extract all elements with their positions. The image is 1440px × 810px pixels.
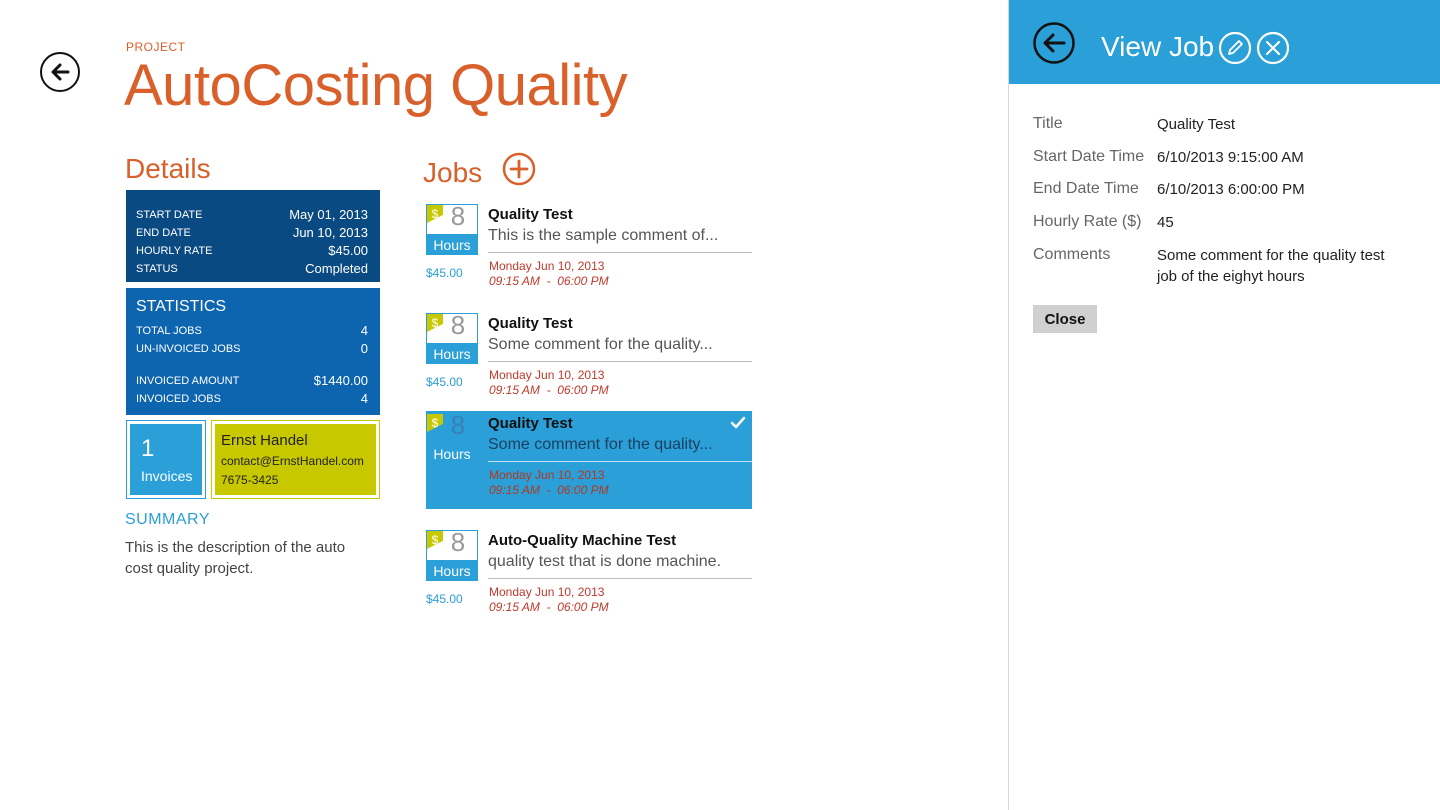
hours-unit: Hours: [426, 444, 478, 464]
job-divider: [488, 252, 752, 253]
stat-row-invoiced-jobs: INVOICED JOBS 4: [136, 391, 368, 406]
field-value-hourly-rate: 45: [1157, 214, 1174, 231]
detail-row-end-date: END DATE Jun 10, 2013: [136, 225, 368, 240]
job-title: Quality Test: [488, 415, 573, 432]
job-date: Monday Jun 10, 2013: [489, 468, 605, 482]
job-rate: $45.00: [426, 375, 463, 389]
hours-count: 8: [450, 410, 466, 440]
arrow-left-icon: [51, 63, 70, 81]
panel-back-button[interactable]: [1033, 22, 1075, 64]
contact-name: Ernst Handel: [221, 432, 308, 449]
stat-row-uninvoiced-jobs: UN-INVOICED JOBS 0: [136, 341, 368, 356]
job-title: Auto-Quality Machine Test: [488, 532, 677, 549]
hours-unit: Hours: [426, 344, 478, 364]
job-title: Quality Test: [488, 206, 573, 223]
statistics-panel: STATISTICS TOTAL JOBS 4 UN-INVOICED JOBS 0…: [126, 288, 380, 415]
field-label-start-date-time: Start Date Time: [1033, 148, 1145, 165]
job-comment: Some comment for the quality...: [488, 436, 713, 453]
contact-email: contact@ErnstHandel.com: [221, 454, 364, 468]
contact-tile[interactable]: Ernst Handel contact@ErnstHandel.com 767…: [211, 420, 380, 499]
job-date: Monday Jun 10, 2013: [489, 585, 605, 599]
job-title: Quality Test: [488, 315, 573, 332]
hours-unit: Hours: [426, 561, 478, 581]
detail-row-hourly-rate: HOURLY RATE $45.00: [136, 243, 368, 258]
stat-row-total-jobs: TOTAL JOBS 4: [136, 323, 368, 338]
field-value-start-date-time: 6/10/2013 9:15:00 AM: [1157, 149, 1304, 166]
field-label-title: Title: [1033, 115, 1063, 132]
detail-row-start-date: START DATE May 01, 2013: [136, 207, 368, 222]
hours-count: 8: [450, 310, 466, 340]
job-comment: Some comment for the quality...: [488, 336, 713, 353]
hours-count: 8: [450, 201, 466, 231]
jobs-title: Jobs: [423, 157, 483, 188]
summary-text: This is the description of the auto cost…: [125, 539, 346, 577]
contact-phone: 7675-3425: [221, 473, 279, 487]
stat-row-invoiced-amount: INVOICED AMOUNT $1440.00: [136, 373, 368, 388]
add-job-button[interactable]: [502, 152, 536, 186]
hours-badge: $ 8 Hours: [426, 410, 478, 464]
detail-row-status: STATUS Completed: [136, 261, 368, 276]
hours-count: 8: [450, 527, 466, 557]
close-button[interactable]: Close: [1033, 305, 1097, 333]
invoices-label: Invoices: [141, 468, 193, 484]
panel-title: View Job: [1101, 31, 1215, 62]
job-rate: $45.00: [426, 592, 463, 606]
job-date: Monday Jun 10, 2013: [489, 259, 605, 273]
field-value-title: Quality Test: [1157, 116, 1236, 133]
hours-unit: Hours: [426, 235, 478, 255]
view-job-panel: View Job Title Quality Test Start Date T…: [1008, 0, 1440, 810]
job-item[interactable]: $ 8 Hours $45.00 Quality Test This is th…: [426, 201, 752, 307]
field-label-end-date-time: End Date Time: [1033, 180, 1139, 197]
field-label-hourly-rate: Hourly Rate ($): [1033, 213, 1142, 230]
back-button[interactable]: [40, 52, 80, 92]
panel-header: View Job: [1009, 0, 1440, 84]
job-comment: This is the sample comment of...: [488, 227, 719, 244]
job-divider: [488, 361, 752, 362]
summary-label: SUMMARY: [125, 511, 210, 528]
job-divider: [488, 461, 752, 462]
job-date: Monday Jun 10, 2013: [489, 368, 605, 382]
edit-pencil-icon[interactable]: [1218, 31, 1252, 65]
job-rate: $45.00: [426, 266, 463, 280]
invoices-tile[interactable]: 1 Invoices: [126, 420, 206, 499]
job-item-selected[interactable]: $ 8 Hours Quality Test Some comment for …: [426, 410, 752, 509]
field-value-end-date-time: 6/10/2013 6:00:00 PM: [1157, 181, 1305, 198]
close-icon[interactable]: [1256, 31, 1290, 65]
checkmark-icon: [730, 416, 746, 429]
field-value-comments: Some comment for the quality test job of…: [1157, 247, 1385, 285]
job-time: 09:15 AM - 06:00 PM: [489, 383, 609, 397]
hours-badge: $ 8 Hours: [426, 201, 478, 255]
job-time: 09:15 AM - 06:00 PM: [489, 274, 609, 288]
field-label-comments: Comments: [1033, 246, 1111, 263]
job-item[interactable]: $ 8 Hours $45.00 Auto-Quality Machine Te…: [426, 527, 752, 633]
job-time: 09:15 AM - 06:00 PM: [489, 483, 609, 497]
page-title: AutoCosting Quality: [124, 53, 628, 118]
statistics-title: STATISTICS: [136, 298, 227, 315]
job-divider: [488, 578, 752, 579]
hours-badge: $ 8 Hours: [426, 310, 478, 364]
job-item[interactable]: $ 8 Hours $45.00 Quality Test Some comme…: [426, 310, 752, 416]
details-panel: START DATE May 01, 2013 END DATE Jun 10, 2…: [126, 190, 380, 282]
invoices-count: 1: [141, 435, 155, 462]
job-comment: quality test that is done machine.: [488, 553, 722, 570]
details-title: Details: [125, 153, 211, 184]
hours-badge: $ 8 Hours: [426, 527, 478, 581]
job-time: 09:15 AM - 06:00 PM: [489, 600, 609, 614]
